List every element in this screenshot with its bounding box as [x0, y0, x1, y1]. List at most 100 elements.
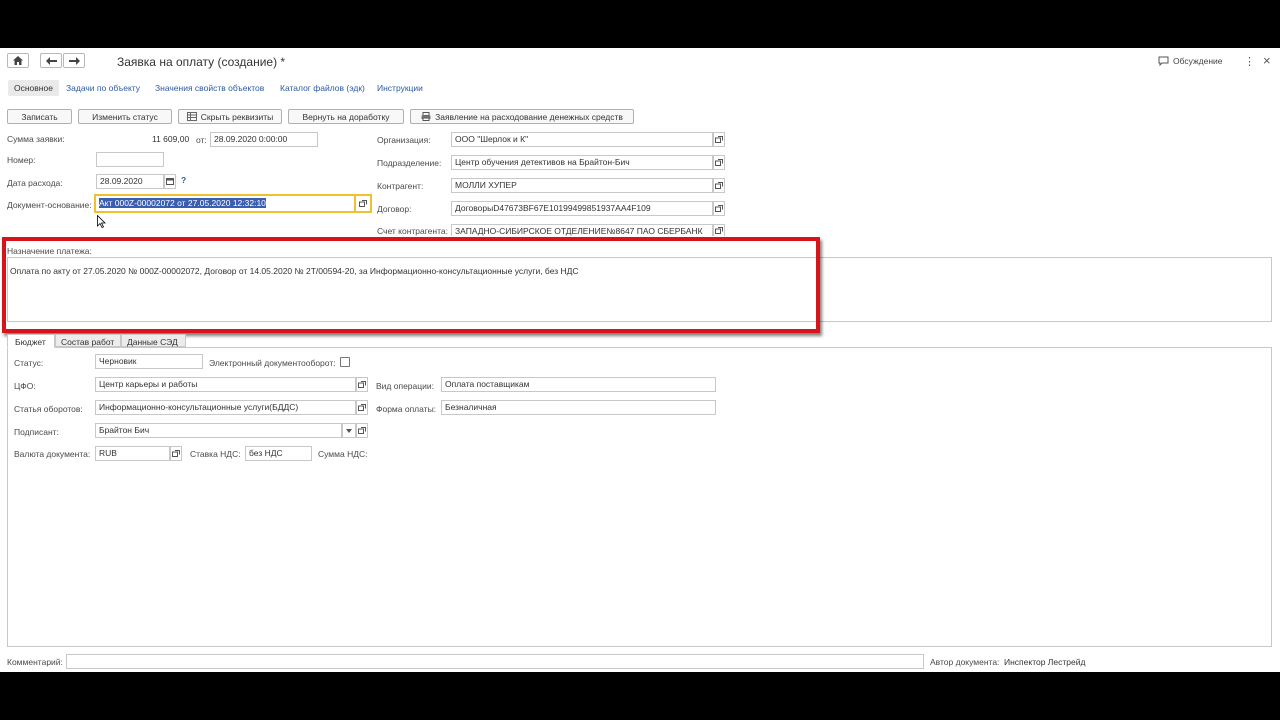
calendar-button[interactable]	[164, 174, 176, 189]
open-link-icon	[715, 136, 723, 143]
contract-label: Договор:	[377, 204, 412, 214]
article-field[interactable]: Информационно-консультационные услуги(БД…	[95, 400, 356, 415]
edo-checkbox[interactable]	[340, 357, 350, 367]
save-button[interactable]: Записать	[7, 109, 72, 124]
status-label: Статус:	[14, 358, 44, 368]
number-field[interactable]	[96, 152, 164, 167]
op-kind-field[interactable]: Оплата поставщикам	[441, 377, 716, 392]
statement-label: Заявление на расходование денежных средс…	[435, 111, 623, 122]
tab-files[interactable]: Каталог файлов (эдк)	[280, 83, 365, 93]
forward-button[interactable]	[63, 53, 85, 68]
signer-open-button[interactable]	[356, 423, 368, 438]
arrow-right-icon	[68, 56, 80, 65]
mouse-cursor-icon	[97, 215, 106, 228]
op-kind-label: Вид операции:	[376, 381, 434, 391]
hide-requisites-button[interactable]: Скрыть реквизиты	[178, 109, 282, 124]
help-icon[interactable]: ?	[181, 175, 186, 185]
back-button[interactable]	[40, 53, 62, 68]
from-label: от:	[196, 135, 207, 145]
amount-value: 11 609,00	[152, 134, 190, 144]
vat-sum-label: Сумма НДС:	[318, 449, 368, 459]
signer-label: Подписант:	[14, 427, 59, 437]
division-label: Подразделение:	[377, 158, 442, 168]
date-time-field[interactable]: 28.09.2020 0:00:00	[210, 132, 318, 147]
home-icon	[13, 56, 23, 65]
currency-field[interactable]: RUB	[95, 446, 170, 461]
contract-field[interactable]: ДоговорыD47673BF67E10199499851937AA4F109	[451, 201, 713, 216]
basis-label: Документ-основание:	[7, 200, 92, 210]
cfo-field[interactable]: Центр карьеры и работы	[95, 377, 356, 392]
currency-open-button[interactable]	[170, 446, 182, 461]
change-status-button[interactable]: Изменить статус	[78, 109, 172, 124]
edo-label: Электронный документооборот:	[209, 358, 336, 368]
table-icon	[186, 112, 197, 121]
vat-rate-field[interactable]: без НДС	[245, 446, 312, 461]
vat-rate-label: Ставка НДС:	[190, 449, 241, 459]
expense-date-field[interactable]: 28.09.2020	[96, 174, 164, 189]
subtab-sed[interactable]: Данные СЭД	[121, 334, 186, 347]
budget-panel	[7, 347, 1272, 647]
arrow-left-icon	[45, 56, 57, 65]
chevron-down-icon	[346, 428, 352, 433]
basis-value: Акт 000Z-00002072 от 27.05.2020 12:32:10	[99, 198, 266, 208]
discuss-label: Обсуждение	[1173, 56, 1223, 66]
print-icon	[421, 112, 431, 121]
discuss-button[interactable]: Обсуждение	[1158, 56, 1223, 66]
status-field[interactable]: Черновик	[95, 354, 203, 369]
home-button[interactable]	[7, 53, 29, 68]
statement-button[interactable]: Заявление на расходование денежных средс…	[410, 109, 634, 124]
org-field[interactable]: ООО "Шерлок и К"	[451, 132, 713, 147]
org-open-button[interactable]	[713, 132, 725, 147]
open-link-icon	[715, 227, 723, 234]
amount-label: Сумма заявки:	[7, 134, 65, 144]
close-icon[interactable]: ×	[1263, 53, 1271, 68]
pay-form-label: Форма оплаты:	[376, 404, 437, 414]
basis-field[interactable]: Акт 000Z-00002072 от 27.05.2020 12:32:10	[94, 194, 356, 213]
subtab-budget[interactable]: Бюджет	[7, 334, 55, 348]
open-link-icon	[358, 427, 366, 434]
tab-main[interactable]: Основное	[8, 80, 59, 96]
document-window: Заявка на оплату (создание) * Обсуждение…	[0, 48, 1280, 672]
article-label: Статья оборотов:	[14, 404, 83, 414]
counterparty-open-button[interactable]	[713, 178, 725, 193]
tab-properties[interactable]: Значения свойств объектов	[155, 83, 264, 93]
counterparty-label: Контрагент:	[377, 181, 424, 191]
cfo-open-button[interactable]	[356, 377, 368, 392]
article-open-button[interactable]	[356, 400, 368, 415]
return-rework-button[interactable]: Вернуть на доработку	[288, 109, 404, 124]
highlight-frame	[2, 237, 820, 333]
pay-form-field[interactable]: Безналичная	[441, 400, 716, 415]
open-link-icon	[172, 450, 180, 457]
org-label: Организация:	[377, 135, 431, 145]
tab-tasks[interactable]: Задачи по объекту	[66, 83, 140, 93]
currency-label: Валюта документа:	[14, 449, 91, 459]
account-open-button[interactable]	[713, 224, 725, 236]
signer-field[interactable]: Брайтон Бич	[95, 423, 342, 438]
division-field[interactable]: Центр обучения детективов на Брайтон-Бич	[451, 155, 713, 170]
open-link-icon	[358, 404, 366, 411]
calendar-icon	[166, 178, 174, 185]
cfo-label: ЦФО:	[14, 381, 36, 391]
open-link-icon	[715, 159, 723, 166]
counterparty-field[interactable]: МОЛЛИ ХУПЕР	[451, 178, 713, 193]
subtab-works[interactable]: Состав работ	[55, 334, 121, 347]
account-label: Счет контрагента:	[377, 226, 448, 236]
signer-dropdown-button[interactable]	[342, 423, 356, 438]
author-value: Инспектор Лестрейд	[1004, 657, 1086, 667]
chat-icon	[1158, 56, 1169, 66]
author-label: Автор документа:	[930, 657, 1000, 667]
comment-label: Комментарий:	[7, 657, 63, 667]
open-link-icon	[715, 182, 723, 189]
open-link-icon	[715, 205, 723, 212]
tab-instructions[interactable]: Инструкции	[377, 83, 423, 93]
open-link-icon	[359, 200, 367, 207]
comment-field[interactable]	[66, 654, 924, 669]
division-open-button[interactable]	[713, 155, 725, 170]
open-link-icon	[358, 381, 366, 388]
basis-open-button[interactable]	[356, 194, 372, 213]
account-field[interactable]: ЗАПАДНО-СИБИРСКОЕ ОТДЕЛЕНИЕ№8647 ПАО СБЕ…	[451, 224, 713, 236]
number-label: Номер:	[7, 155, 36, 165]
more-icon[interactable]: ⋮	[1244, 55, 1255, 68]
contract-open-button[interactable]	[713, 201, 725, 216]
page-title: Заявка на оплату (создание) *	[117, 55, 286, 69]
